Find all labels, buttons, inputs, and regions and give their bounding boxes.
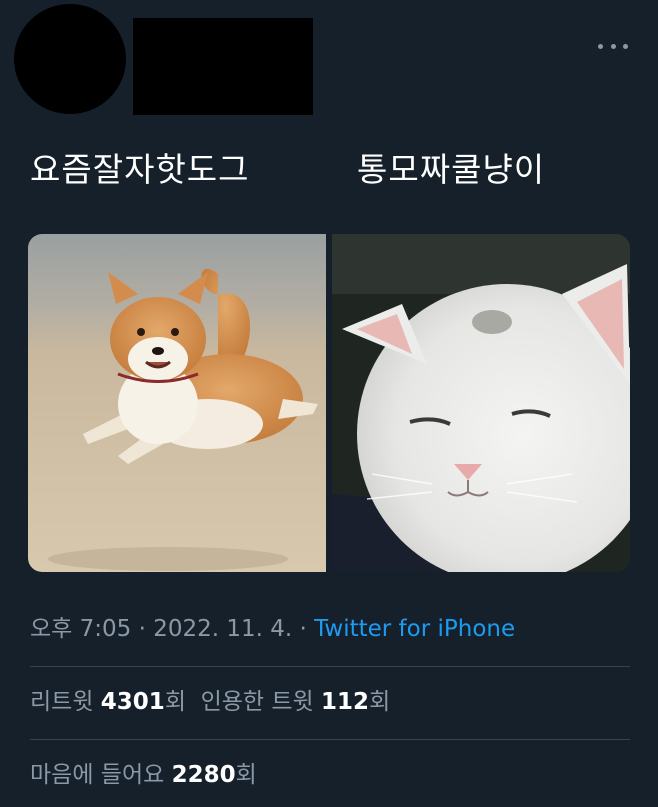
tweet-media bbox=[28, 234, 630, 572]
more-dot-icon bbox=[610, 43, 616, 49]
like-stats-row: 마음에 들어요 2280회 bbox=[30, 757, 257, 793]
redacted-username[interactable] bbox=[133, 18, 313, 115]
tweet-text-left: 요즘잘자핫도그 bbox=[30, 150, 250, 189]
retweet-unit: 회 bbox=[164, 689, 186, 715]
quote-count-link[interactable]: 인용한 트윗 112회 bbox=[201, 689, 391, 715]
like-count: 2280 bbox=[171, 762, 236, 788]
quote-unit: 회 bbox=[369, 689, 391, 715]
like-unit: 회 bbox=[235, 762, 257, 788]
tweet-time[interactable]: 오후 7:05 bbox=[30, 616, 131, 642]
divider bbox=[30, 739, 630, 740]
tweet-text: 요즘잘자핫도그 통모짜쿨냥이 bbox=[30, 148, 630, 192]
like-label: 마음에 들어요 bbox=[30, 762, 172, 788]
retweet-label: 리트윗 bbox=[30, 689, 101, 715]
retweet-count: 4301 bbox=[100, 689, 165, 715]
avatar[interactable] bbox=[14, 4, 126, 114]
more-dot-icon bbox=[598, 43, 603, 49]
retweet-count-link[interactable]: 리트윗 4301회 bbox=[30, 689, 186, 715]
tweet-source-link[interactable]: Twitter for iPhone bbox=[314, 616, 515, 642]
shiba-inu-jumping-icon bbox=[28, 234, 326, 572]
white-kitten-icon bbox=[332, 234, 630, 572]
meta-separator: · bbox=[292, 616, 315, 642]
more-options-button[interactable] bbox=[598, 36, 628, 56]
tweet-meta: 오후 7:05 · 2022. 11. 4. · Twitter for iPh… bbox=[30, 611, 515, 647]
cat-photo[interactable] bbox=[332, 234, 630, 572]
tweet-text-right: 통모짜쿨냥이 bbox=[357, 150, 546, 189]
quote-label: 인용한 트윗 bbox=[200, 689, 322, 715]
meta-separator: · bbox=[131, 616, 154, 642]
dog-photo[interactable] bbox=[28, 234, 326, 572]
tweet-date[interactable]: 2022. 11. 4. bbox=[153, 616, 292, 642]
more-dot-icon bbox=[623, 43, 628, 49]
divider bbox=[30, 666, 630, 667]
like-count-link[interactable]: 마음에 들어요 2280회 bbox=[30, 762, 257, 788]
retweet-stats-row: 리트윗 4301회 인용한 트윗 112회 bbox=[30, 684, 390, 720]
quote-count: 112 bbox=[321, 689, 370, 715]
